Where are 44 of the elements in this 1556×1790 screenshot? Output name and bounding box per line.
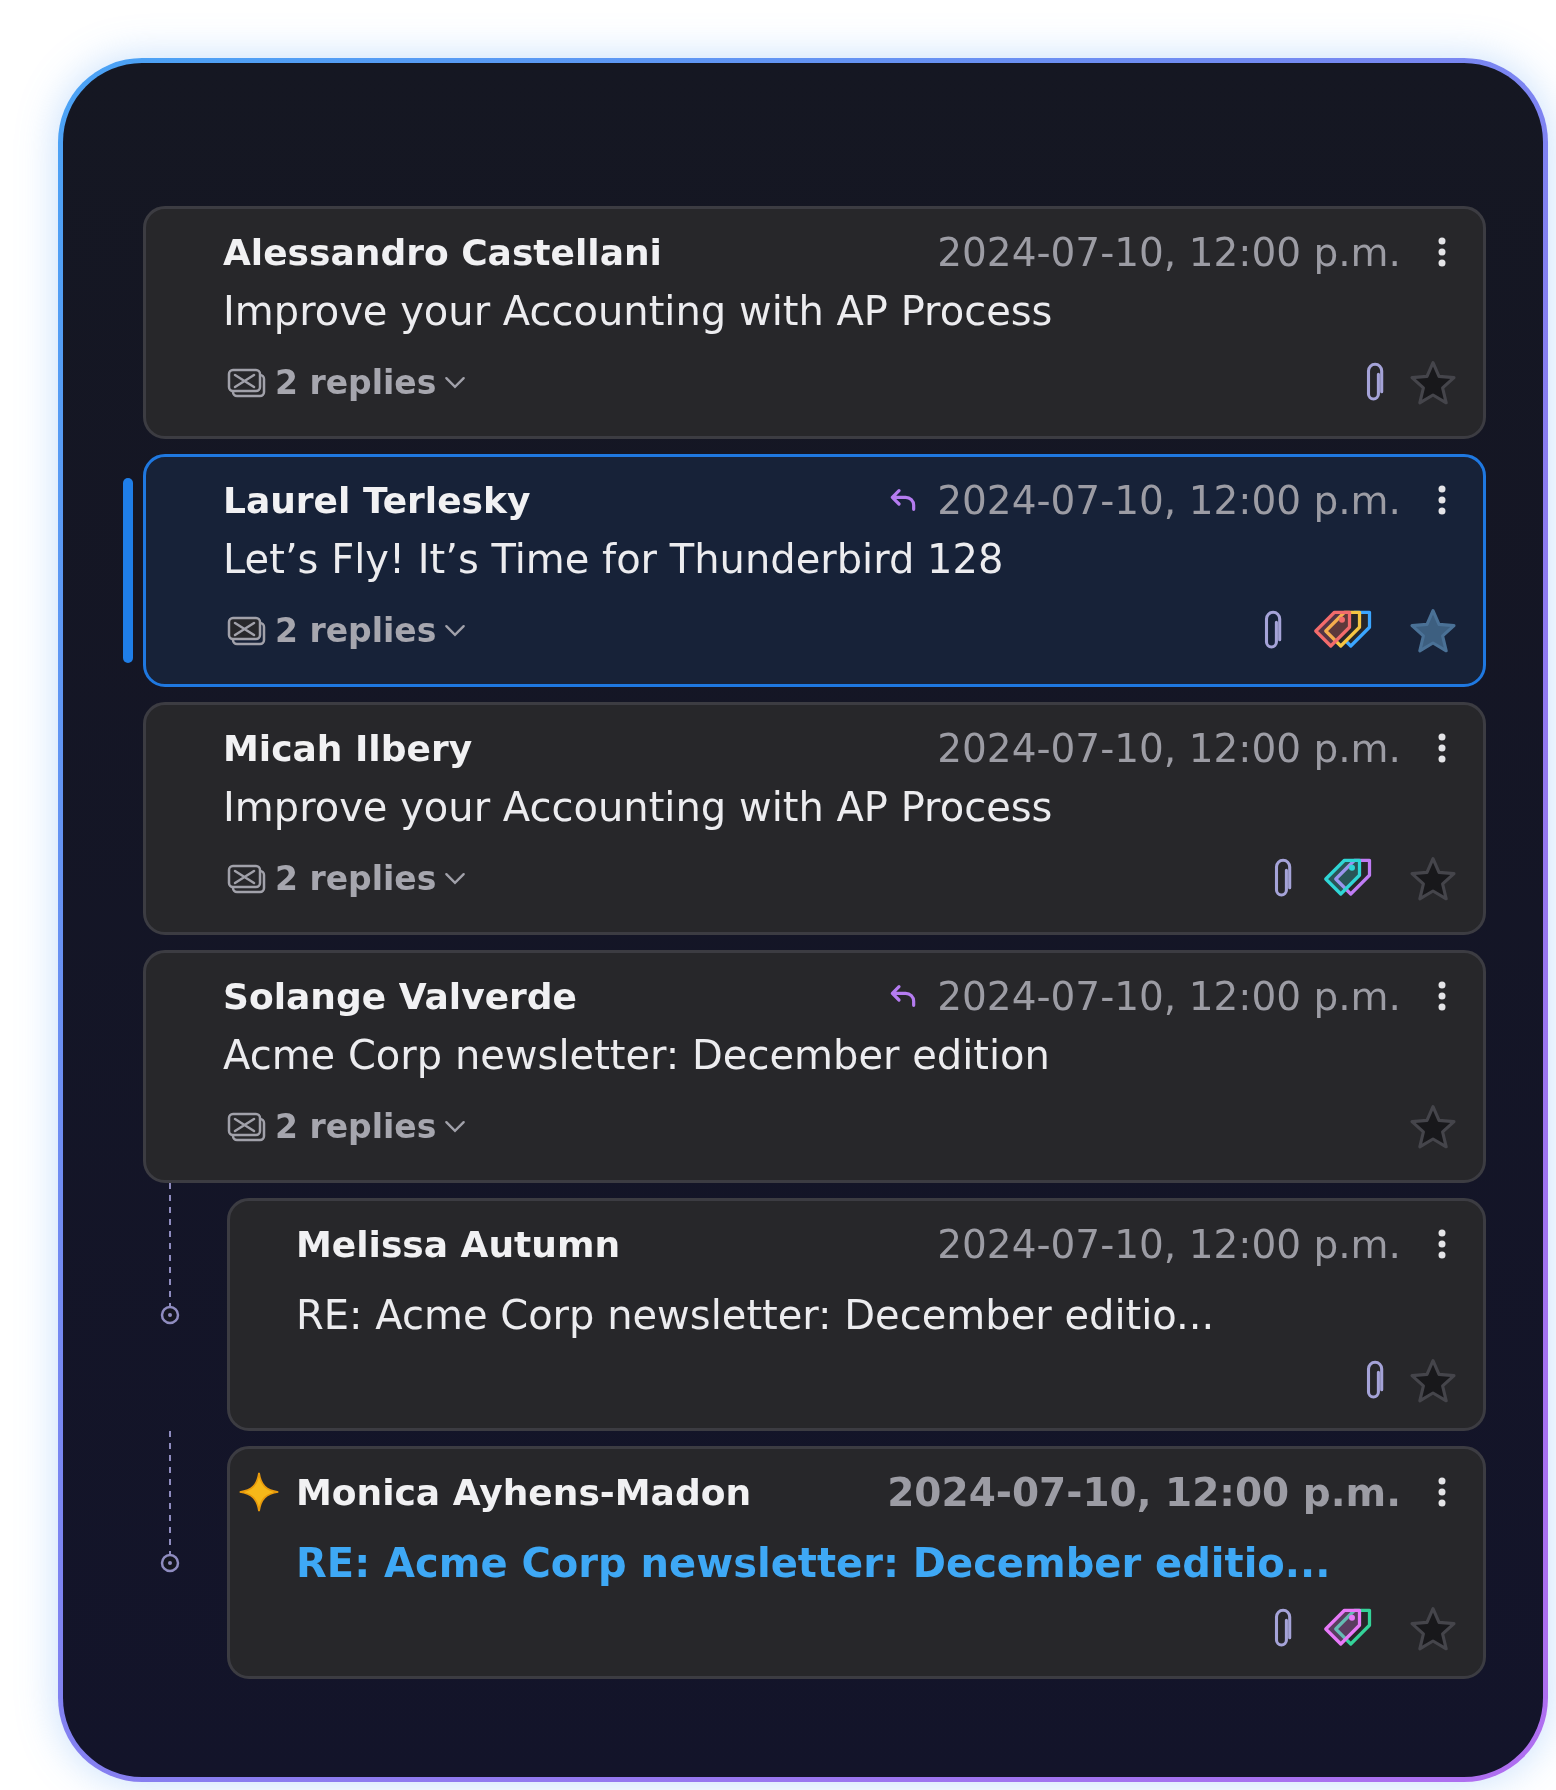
message-card[interactable]: Laurel Terlesky 2024-07-10, 12:00 p.m. Let’s Fly! It’s Time for Thunderbird 128 2 replies: [143, 454, 1486, 687]
message-date: 2024-07-10, 12:00 p.m.: [937, 477, 1401, 523]
thread-node-icon: [160, 1552, 180, 1573]
message-date: 2024-07-10, 12:00 p.m.: [887, 1469, 1401, 1515]
thread-node-icon: [160, 1304, 180, 1325]
message-date: 2024-07-10, 12:00 p.m.: [937, 725, 1401, 771]
message-date: 2024-07-10, 12:00 p.m.: [937, 1221, 1401, 1267]
envelopes-icon: [227, 1110, 267, 1143]
message-subject: RE: Acme Corp newsletter: December editio...: [296, 1291, 1216, 1340]
chevron-down-icon: [444, 624, 467, 637]
message-card[interactable]: Micah Ilbery 2024-07-10, 12:00 p.m. Improve your Accounting with AP Process 2 replies: [143, 702, 1486, 935]
message-date: 2024-07-10, 12:00 p.m.: [937, 229, 1401, 275]
sender-name: Monica Ayhens-Madon: [296, 1471, 753, 1513]
envelopes-icon: [227, 862, 267, 895]
message-subject: Acme Corp newsletter: December edition: [223, 1031, 1051, 1080]
message-subject: Let’s Fly! It’s Time for Thunderbird 128: [223, 535, 1005, 584]
replies-toggle[interactable]: 2 replies: [223, 859, 467, 898]
star-icon[interactable]: [1409, 854, 1457, 903]
chevron-down-icon: [444, 872, 467, 885]
message-card[interactable]: Alessandro Castellani 2024-07-10, 12:00 p.m. Improve your Accounting with AP Process 2 replies: [143, 206, 1486, 439]
sender-name: Solange Valverde: [223, 975, 578, 1017]
sender-name: Melissa Autumn: [296, 1223, 622, 1265]
message-card[interactable]: Solange Valverde 2024-07-10, 12:00 p.m. Acme Corp newsletter: December edition 2 replies: [143, 950, 1486, 1183]
message-card[interactable]: Monica Ayhens-Madon 2024-07-10, 12:00 p.m. RE: Acme Corp newsletter: December editio...: [227, 1446, 1486, 1679]
sender-name: Alessandro Castellani: [223, 231, 663, 273]
star-icon[interactable]: [1409, 358, 1457, 407]
chevron-down-icon: [444, 376, 467, 389]
message-card[interactable]: Melissa Autumn 2024-07-10, 12:00 p.m. RE: Acme Corp newsletter: December editio...: [227, 1198, 1486, 1431]
chevron-down-icon: [444, 1120, 467, 1133]
message-subject: RE: Acme Corp newsletter: December editio...: [296, 1539, 1332, 1588]
star-icon[interactable]: [1409, 1604, 1457, 1653]
replies-toggle[interactable]: 2 replies: [223, 1107, 467, 1146]
star-icon[interactable]: [1409, 1356, 1457, 1405]
message-subject: Improve your Accounting with AP Process: [223, 287, 1054, 336]
replies-toggle[interactable]: 2 replies: [223, 611, 467, 650]
star-icon[interactable]: [1409, 1102, 1457, 1151]
envelopes-icon: [227, 614, 267, 647]
message-subject: Improve your Accounting with AP Process: [223, 783, 1054, 832]
message-date: 2024-07-10, 12:00 p.m.: [937, 973, 1401, 1019]
sender-name: Laurel Terlesky: [223, 479, 532, 521]
replies-toggle[interactable]: 2 replies: [223, 363, 467, 402]
envelopes-icon: [227, 366, 267, 399]
star-icon[interactable]: [1409, 606, 1457, 655]
sender-name: Micah Ilbery: [223, 727, 474, 769]
